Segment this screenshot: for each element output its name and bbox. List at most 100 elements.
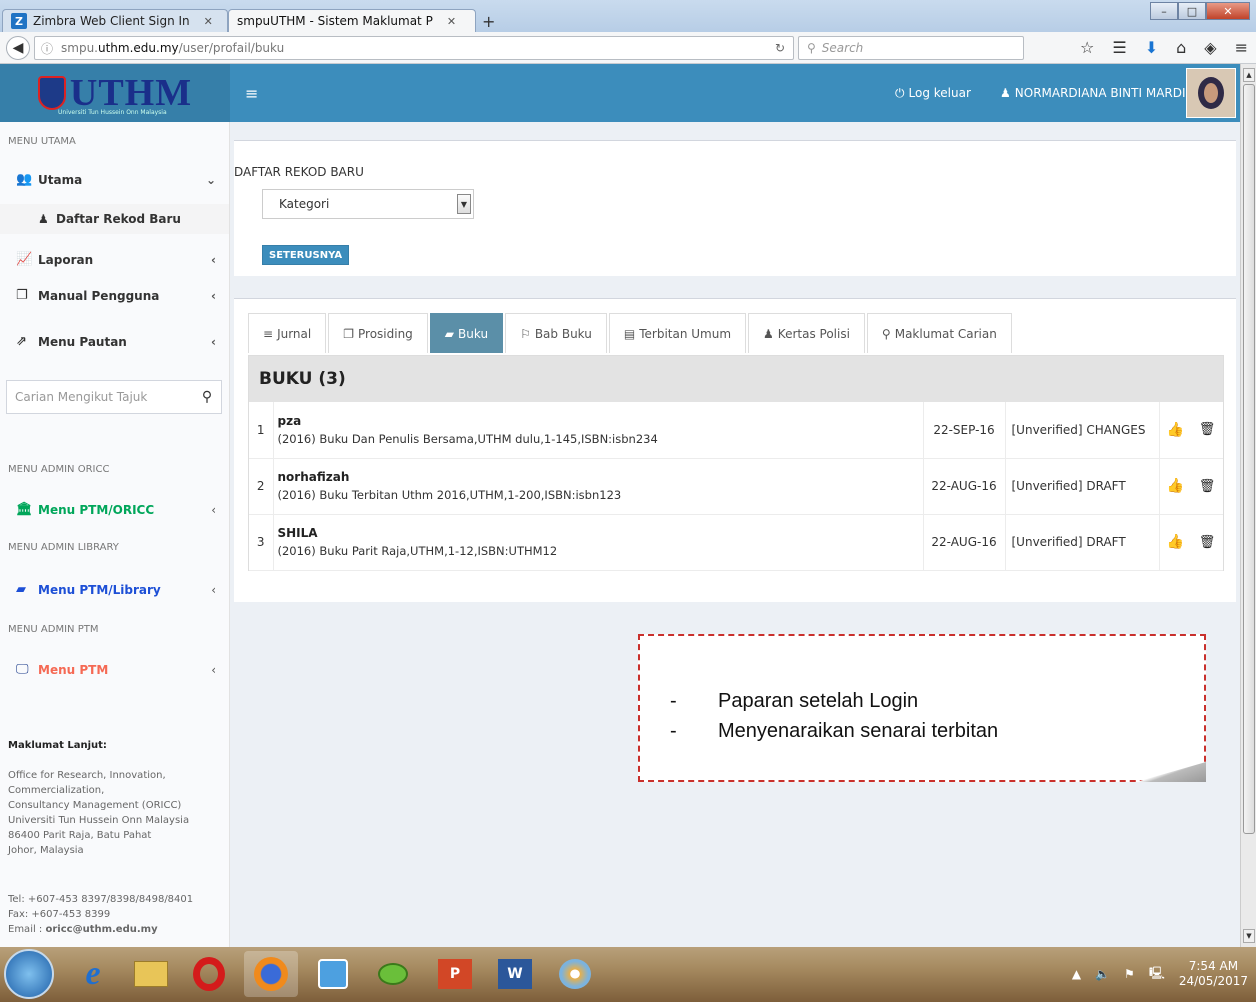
minimize-button[interactable]: –	[1150, 2, 1178, 20]
avatar-face-icon	[1198, 77, 1224, 109]
page-scrollbar[interactable]: ▲ ▼	[1240, 64, 1256, 947]
book-title-link[interactable]: SHILA	[278, 526, 923, 540]
window-controls: – □ ✕	[1150, 2, 1250, 20]
file-explorer-icon[interactable]	[124, 951, 178, 997]
sidebar-toggle-icon[interactable]: ≡	[245, 84, 258, 103]
sidebar-item-daftar-rekod-baru[interactable]: ♟ Daftar Rekod Baru	[0, 204, 229, 234]
tab-jurnal[interactable]: ≡ Jurnal	[248, 313, 327, 353]
volume-icon[interactable]: 🔈	[1095, 967, 1110, 981]
book-title-link[interactable]: norhafizah	[278, 470, 923, 484]
info-line: Commercialization,	[8, 785, 105, 796]
info-line: Universiti Tun Hussein Onn Malaysia	[8, 815, 190, 826]
tab-label: smpuUTHM - Sistem Maklumat P	[237, 14, 433, 28]
close-tab-icon[interactable]: ✕	[447, 15, 456, 28]
thumbs-up-icon[interactable]: 👍	[1159, 458, 1191, 515]
sidebar-item-menu-ptm-library[interactable]: ▰ Menu PTM/Library ‹	[16, 582, 216, 597]
tab-label: Bab Buku	[534, 326, 592, 341]
next-button[interactable]: SETERUSNYA	[262, 245, 350, 265]
book-title-link[interactable]: pza	[278, 414, 923, 428]
scroll-thumb[interactable]	[1243, 84, 1255, 834]
avatar[interactable]	[1186, 68, 1236, 118]
sidebar-item-menu-pautan[interactable]: ⇗ Menu Pautan ‹	[16, 334, 216, 349]
trash-icon[interactable]: 🗑	[1191, 402, 1223, 459]
info-line: 86400 Parit Raja, Batu Pahat	[8, 830, 152, 841]
chevron-down-icon: ⌄	[205, 172, 216, 187]
register-box: DAFTAR REKOD BARU Kategori ▼ SETERUSNYA	[234, 140, 1236, 276]
info-icon[interactable]: ⓘ	[41, 40, 53, 57]
start-button[interactable]	[4, 949, 54, 999]
callout-bullet: -	[670, 720, 677, 742]
virtualbox-icon[interactable]	[306, 951, 360, 997]
row-date: 22-AUG-16	[923, 514, 1006, 571]
close-window-button[interactable]: ✕	[1206, 2, 1250, 20]
tab-label: Jurnal	[277, 326, 312, 341]
browser-tab-zimbra[interactable]: Z Zimbra Web Client Sign In ✕	[2, 9, 228, 32]
firefox-icon[interactable]	[244, 951, 298, 997]
external-link-icon: ⇗	[16, 334, 27, 349]
tab-kertas-polisi[interactable]: ♟ Kertas Polisi	[748, 313, 865, 353]
system-clock[interactable]: 7:54 AM 24/05/2017	[1179, 959, 1248, 989]
powerpoint-icon[interactable]: P	[428, 951, 482, 997]
institution-icon: 🏛	[16, 502, 33, 517]
scroll-up-icon[interactable]: ▲	[1243, 68, 1255, 82]
tab-maklumat-carian[interactable]: ⚲ Maklumat Carian	[866, 313, 1012, 353]
sidebar-item-manual-pengguna[interactable]: ❐ Manual Pengguna ‹	[16, 288, 216, 303]
info-tel: Tel: +607-453 8397/8398/8498/8401	[8, 894, 194, 905]
browser-search-input[interactable]: ⚲ Search	[798, 36, 1024, 60]
sidebar-search-input[interactable]: Carian Mengikut Tajuk ⚲	[6, 380, 222, 414]
sidebar-item-label: Utama	[38, 172, 83, 187]
frog-app-icon[interactable]	[366, 951, 420, 997]
paint-icon[interactable]	[548, 951, 602, 997]
download-icon[interactable]: ⬇	[1145, 38, 1158, 57]
scroll-down-icon[interactable]: ▼	[1243, 929, 1255, 943]
close-tab-icon[interactable]: ✕	[204, 15, 213, 28]
opera-icon[interactable]	[182, 951, 236, 997]
internet-explorer-icon[interactable]: e	[66, 951, 120, 997]
clone-icon: ❐	[16, 288, 28, 303]
reading-list-icon[interactable]: ☰	[1112, 38, 1126, 57]
thumbs-up-icon[interactable]: 👍	[1159, 514, 1191, 571]
action-center-flag-icon[interactable]: ⚑	[1124, 967, 1135, 981]
reload-icon[interactable]: ↻	[775, 41, 785, 55]
chevron-left-icon: ‹	[211, 502, 216, 517]
maximize-button[interactable]: □	[1178, 2, 1206, 20]
back-button[interactable]: ◀	[6, 36, 30, 60]
sidebar-item-menu-ptm[interactable]: 🖵 Menu PTM ‹	[16, 662, 216, 677]
show-hidden-icon[interactable]: ▲	[1072, 967, 1081, 981]
browser-tab-smpu[interactable]: smpuUTHM - Sistem Maklumat P ✕	[228, 9, 476, 32]
sidebar-item-label: Menu Pautan	[38, 334, 127, 349]
browser-navbar: ◀ ⓘ smpu. uthm.edu.my/user/profail/buku ↻…	[0, 32, 1256, 64]
thumbs-up-icon[interactable]: 👍	[1159, 402, 1191, 459]
sidebar: MENU UTAMA 👥 Utama ⌄ ♟ Daftar Rekod Baru…	[0, 122, 230, 947]
menu-icon[interactable]: ≡	[1235, 38, 1248, 57]
email-link[interactable]: oricc@uthm.edu.my	[45, 924, 157, 935]
info-email-row: Email : oricc@uthm.edu.my	[8, 922, 193, 937]
tab-label: Buku	[458, 326, 489, 341]
category-select[interactable]: Kategori ▼	[262, 189, 474, 219]
bookmark-star-icon[interactable]: ☆	[1080, 38, 1094, 57]
network-icon[interactable]: 🖳	[1149, 964, 1165, 985]
tab-bab-buku[interactable]: ⚐ Bab Buku	[505, 313, 607, 353]
tab-label: Terbitan Umum	[639, 326, 732, 341]
new-tab-button[interactable]: +	[482, 12, 495, 31]
trash-icon[interactable]: 🗑	[1191, 458, 1223, 515]
sidebar-item-menu-ptm-oricc[interactable]: 🏛 Menu PTM/ORICC ‹	[16, 502, 216, 517]
logout-button[interactable]: ⏻ Log keluar	[895, 86, 971, 101]
tab-terbitan-umum[interactable]: ▤ Terbitan Umum	[608, 313, 747, 353]
book-icon: ▰	[16, 582, 26, 597]
chevron-left-icon: ‹	[211, 252, 216, 267]
tab-prosiding[interactable]: ❐ Prosiding	[328, 313, 428, 353]
trash-icon[interactable]: 🗑	[1191, 514, 1223, 571]
select-value: Kategori	[279, 197, 330, 211]
sidebar-item-laporan[interactable]: 📈 Laporan ‹	[16, 252, 216, 267]
search-icon[interactable]: ⚲	[193, 389, 221, 405]
word-icon[interactable]: W	[488, 951, 542, 997]
tab-buku[interactable]: ▰ Buku	[429, 313, 504, 353]
sidebar-item-utama[interactable]: 👥 Utama ⌄	[16, 172, 216, 187]
user-menu[interactable]: ♟ NORMARDIANA BINTI MARDI	[1000, 86, 1186, 100]
chevron-left-icon: ‹	[211, 582, 216, 597]
pocket-icon[interactable]: ◈	[1204, 38, 1216, 57]
home-icon[interactable]: ⌂	[1176, 38, 1186, 57]
url-bar[interactable]: ⓘ smpu. uthm.edu.my/user/profail/buku ↻	[34, 36, 794, 60]
uthm-logo[interactable]: UTHM Universiti Tun Hussein Onn Malaysia	[0, 64, 230, 122]
